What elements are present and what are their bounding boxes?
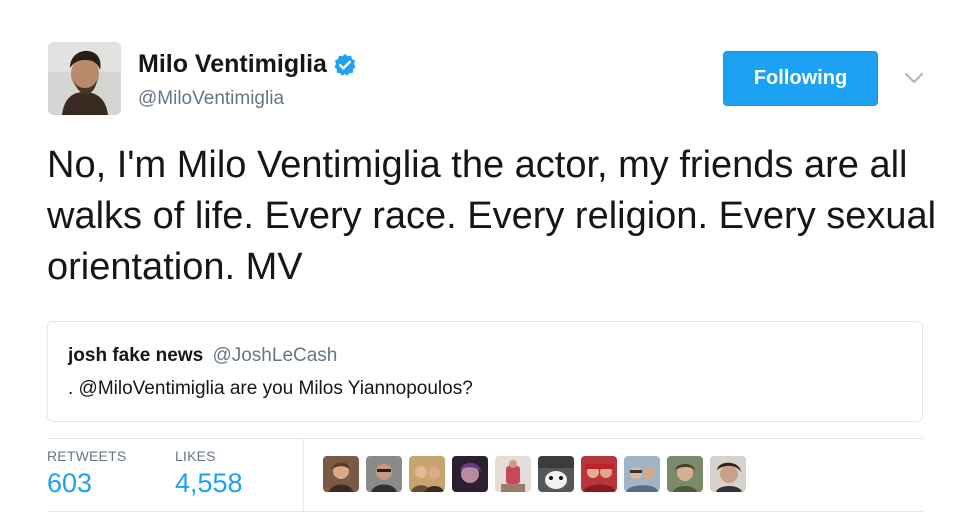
verified-badge-icon bbox=[333, 53, 357, 77]
liker-avatar[interactable] bbox=[366, 456, 402, 492]
chevron-down-icon[interactable] bbox=[902, 68, 926, 88]
liker-avatar[interactable] bbox=[538, 456, 574, 492]
quoted-author-handle: @JoshLeCash bbox=[212, 345, 338, 366]
retweets-count: 603 bbox=[47, 468, 93, 498]
likers-avatar-list bbox=[323, 456, 746, 492]
liker-avatar[interactable] bbox=[624, 456, 660, 492]
liker-avatar[interactable] bbox=[581, 456, 617, 492]
author-name-row[interactable]: Milo Ventimiglia bbox=[138, 50, 357, 79]
author-handle[interactable]: @MiloVentimiglia bbox=[138, 88, 284, 110]
stats-divider-bottom bbox=[47, 511, 923, 512]
likes-stat[interactable]: LIKES 4,558 bbox=[175, 448, 243, 499]
author-name[interactable]: Milo Ventimiglia bbox=[138, 50, 327, 79]
liker-avatar[interactable] bbox=[667, 456, 703, 492]
quoted-tweet-header: josh fake news @JoshLeCash bbox=[68, 345, 337, 367]
likes-label: LIKES bbox=[175, 448, 216, 464]
quoted-tweet[interactable]: josh fake news @JoshLeCash . @MiloVentim… bbox=[47, 321, 923, 422]
quoted-author-name: josh fake news bbox=[68, 345, 204, 366]
author-avatar[interactable] bbox=[48, 42, 121, 115]
liker-avatar[interactable] bbox=[409, 456, 445, 492]
tweet-text: No, I'm Milo Ventimiglia the actor, my f… bbox=[47, 144, 937, 288]
following-button[interactable]: Following bbox=[723, 51, 878, 106]
liker-avatar[interactable] bbox=[323, 456, 359, 492]
liker-avatar[interactable] bbox=[495, 456, 531, 492]
liker-avatar[interactable] bbox=[452, 456, 488, 492]
stats-divider-top bbox=[47, 438, 923, 439]
retweets-label: RETWEETS bbox=[47, 448, 127, 464]
likes-count: 4,558 bbox=[175, 468, 243, 498]
liker-avatar[interactable] bbox=[710, 456, 746, 492]
retweets-stat[interactable]: RETWEETS 603 bbox=[47, 448, 126, 499]
quoted-tweet-text: . @MiloVentimiglia are you Milos Yiannop… bbox=[68, 378, 473, 399]
stats-separator bbox=[303, 438, 304, 511]
